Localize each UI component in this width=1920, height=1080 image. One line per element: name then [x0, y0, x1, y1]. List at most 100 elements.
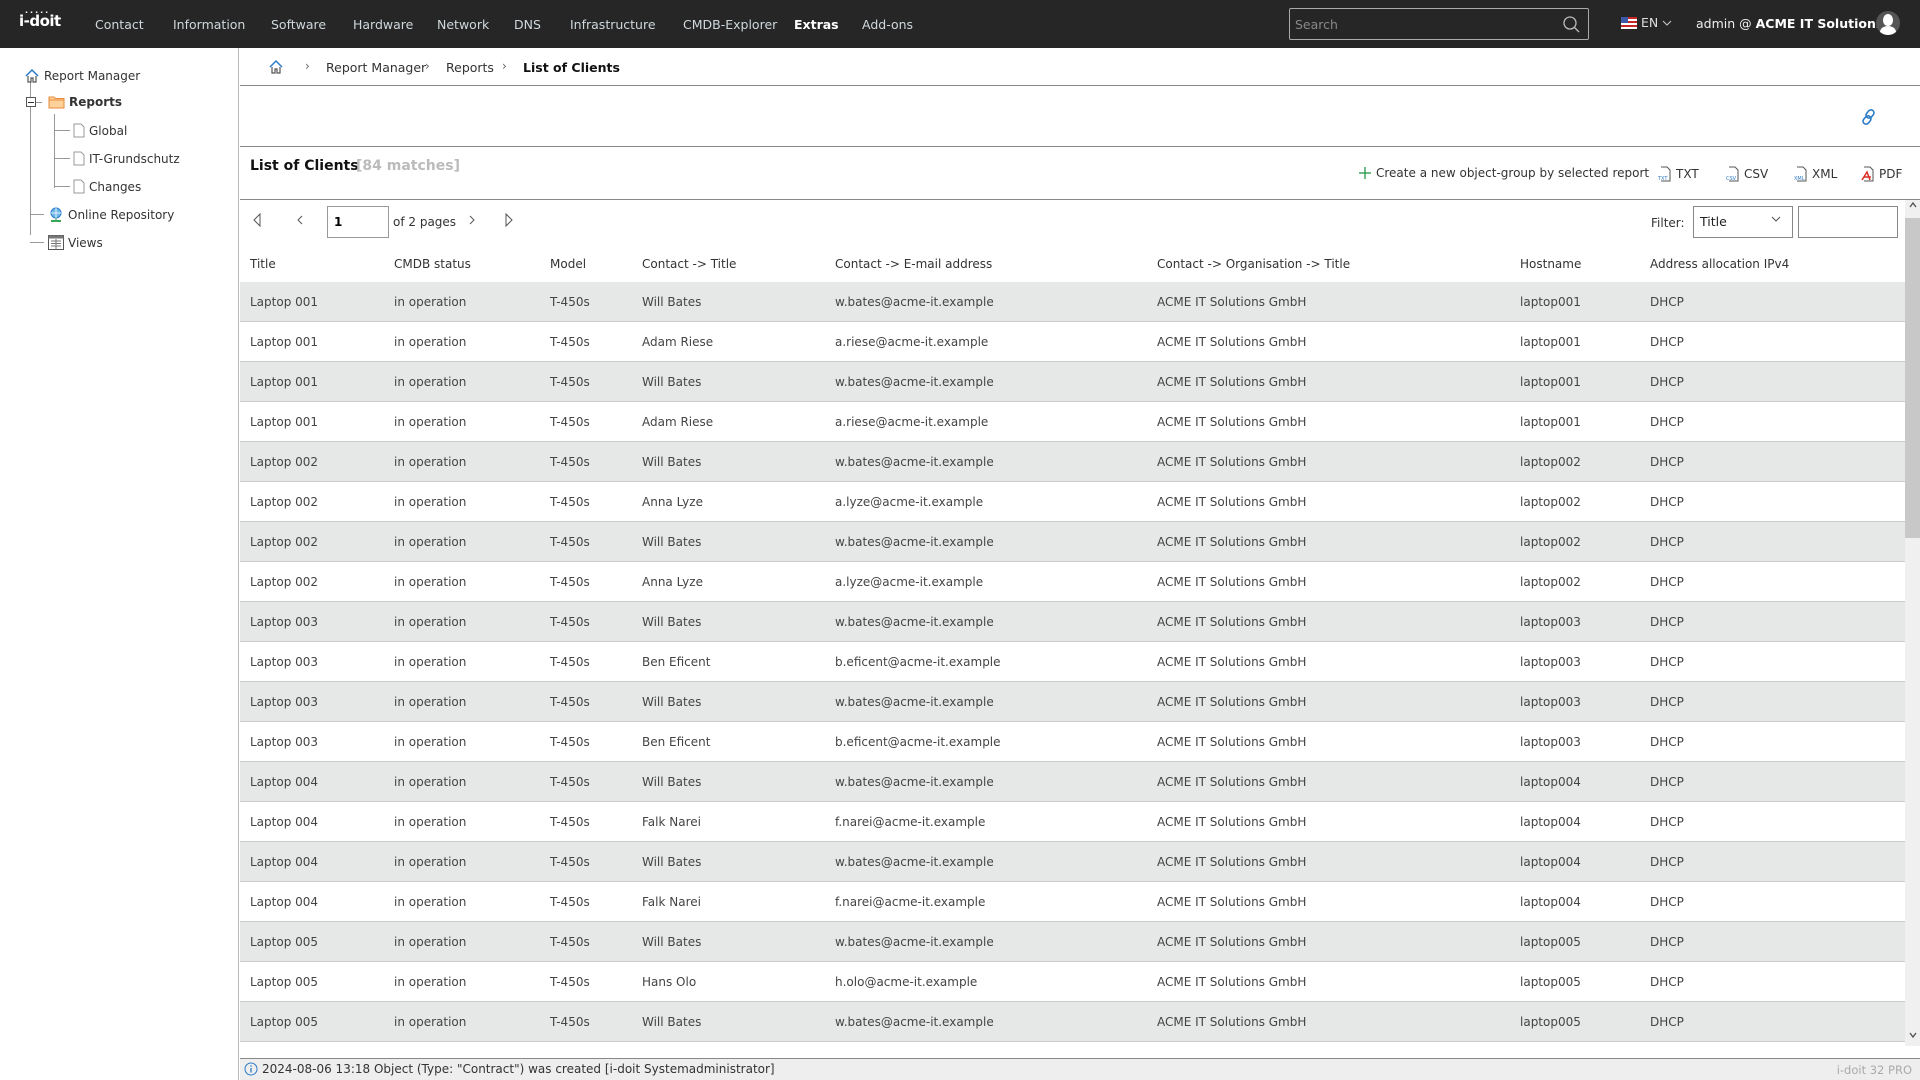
table-cell: DHCP — [1650, 1015, 1684, 1029]
table-row[interactable]: Laptop 001 in operation T-450s Will Bates w.… — [240, 362, 1905, 402]
column-header[interactable]: Hostname — [1520, 257, 1581, 271]
column-header[interactable]: Address allocation IPv4 — [1650, 257, 1789, 271]
first-page-button[interactable] — [252, 212, 262, 231]
table-row[interactable]: Laptop 003 in operation T-450s Will Bates w.… — [240, 602, 1905, 642]
tree-item-report-manager[interactable]: Report Manager — [24, 68, 140, 84]
table-header: Title CMDB status Model Contact -> Title Con… — [240, 244, 1905, 282]
table-row[interactable]: Laptop 001 in operation T-450s Adam Riese a.… — [240, 322, 1905, 362]
vertical-scrollbar[interactable] — [1905, 200, 1920, 1046]
table-cell: T-450s — [550, 855, 590, 869]
table-cell: DHCP — [1650, 495, 1684, 509]
table-cell: w.bates@acme-it.example — [835, 935, 994, 949]
nav-item-dns[interactable]: DNS — [514, 17, 541, 32]
language-switcher[interactable]: EN — [1621, 15, 1672, 30]
pdf-file-icon — [1861, 166, 1874, 182]
page-number-input[interactable] — [327, 206, 389, 238]
column-header[interactable]: Title — [250, 257, 276, 271]
table-cell: w.bates@acme-it.example — [835, 455, 994, 469]
column-header[interactable]: Contact -> Title — [642, 257, 736, 271]
table-row[interactable]: Laptop 002 in operation T-450s Anna Lyze a.l… — [240, 562, 1905, 602]
table-row[interactable]: Laptop 004 in operation T-450s Will Bates w.… — [240, 762, 1905, 802]
pagination-bar: of 2 pages Filter: Title — [240, 200, 1905, 244]
table-cell: w.bates@acme-it.example — [835, 535, 994, 549]
table-row[interactable]: Laptop 005 in operation T-450s Hans Olo h.ol… — [240, 962, 1905, 1002]
tree-item-changes[interactable]: Changes — [73, 179, 141, 194]
table-row[interactable]: Laptop 004 in operation T-450s Falk Narei f.… — [240, 882, 1905, 922]
table-row[interactable]: Laptop 003 in operation T-450s Will Bates w.… — [240, 682, 1905, 722]
table-cell: laptop002 — [1520, 455, 1581, 469]
table-cell: ACME IT Solutions GmbH — [1157, 655, 1307, 669]
table-cell: laptop005 — [1520, 1015, 1581, 1029]
table-row[interactable]: Laptop 005 in operation T-450s Will Bates w.… — [240, 1002, 1905, 1042]
table-row[interactable]: Laptop 002 in operation T-450s Will Bates w.… — [240, 522, 1905, 562]
table-row[interactable]: Laptop 002 in operation T-450s Will Bates w.… — [240, 442, 1905, 482]
table-row[interactable] — [240, 1042, 1905, 1058]
search-icon[interactable] — [1562, 15, 1580, 36]
table-cell: Laptop 002 — [250, 455, 319, 469]
scroll-down-button[interactable] — [1905, 1030, 1920, 1046]
next-page-button[interactable] — [468, 213, 476, 231]
tree-item-online-repository[interactable]: Online Repository — [48, 207, 174, 223]
tree-item-views[interactable]: Views — [48, 235, 103, 250]
table-cell: laptop003 — [1520, 695, 1581, 709]
breadcrumb-report-manager[interactable]: Report Manager — [326, 60, 426, 75]
nav-item-network[interactable]: Network — [437, 17, 489, 32]
nav-item-cmdb-explorer[interactable]: CMDB-Explorer — [683, 17, 777, 32]
table-cell: DHCP — [1650, 895, 1684, 909]
tree-item-it-grundschutz[interactable]: IT-Grundschutz — [73, 151, 180, 166]
tree-item-global[interactable]: Global — [73, 123, 127, 138]
collapse-toggle-icon[interactable] — [26, 97, 36, 107]
table-row[interactable]: Laptop 002 in operation T-450s Anna Lyze a.l… — [240, 482, 1905, 522]
table-cell: Laptop 005 — [250, 935, 319, 949]
table-cell: ACME IT Solutions GmbH — [1157, 735, 1307, 749]
table-cell: w.bates@acme-it.example — [835, 295, 994, 309]
nav-item-extras[interactable]: Extras — [794, 17, 839, 32]
scroll-thumb[interactable] — [1905, 218, 1920, 538]
nav-item-software[interactable]: Software — [271, 17, 326, 32]
table-cell: a.lyze@acme-it.example — [835, 495, 984, 509]
table-cell: Ben Eficent — [642, 655, 711, 669]
column-header[interactable]: Contact -> Organisation -> Title — [1157, 257, 1350, 271]
filter-text-input[interactable] — [1798, 206, 1898, 238]
search-input[interactable] — [1290, 9, 1550, 39]
nav-item-add-ons[interactable]: Add-ons — [862, 17, 913, 32]
create-object-group-button[interactable]: Create a new object-group by selected re… — [1358, 166, 1649, 180]
export-csv-button[interactable]: CSV CSV — [1726, 166, 1768, 182]
scroll-up-button[interactable] — [1905, 200, 1920, 216]
table-cell: ACME IT Solutions GmbH — [1157, 375, 1307, 389]
column-header[interactable]: Contact -> E-mail address — [835, 257, 992, 271]
nav-item-hardware[interactable]: Hardware — [353, 17, 413, 32]
link-icon[interactable] — [1860, 108, 1878, 129]
report-title: List of Clients — [250, 158, 359, 174]
user-menu[interactable]: admin @ ACME IT Solutions — [1696, 16, 1883, 31]
table-row[interactable]: Laptop 003 in operation T-450s Ben Eficent b… — [240, 642, 1905, 682]
nav-item-infrastructure[interactable]: Infrastructure — [570, 17, 656, 32]
nav-item-information[interactable]: Information — [173, 17, 245, 32]
export-txt-button[interactable]: TXT TXT — [1658, 166, 1699, 182]
home-icon[interactable] — [268, 59, 284, 78]
last-page-button[interactable] — [504, 212, 514, 231]
table-row[interactable]: Laptop 001 in operation T-450s Will Bates w.… — [240, 282, 1905, 322]
avatar-icon[interactable] — [1876, 11, 1900, 35]
filter-field-select[interactable]: Title — [1693, 206, 1793, 238]
table-row[interactable]: Laptop 004 in operation T-450s Falk Narei f.… — [240, 802, 1905, 842]
i-doit-logo[interactable]: ····· i-doit — [19, 8, 61, 30]
table-row[interactable]: Laptop 003 in operation T-450s Ben Eficent b… — [240, 722, 1905, 762]
column-header[interactable]: Model — [550, 257, 586, 271]
table-row[interactable]: Laptop 001 in operation T-450s Adam Riese a.… — [240, 402, 1905, 442]
search-box[interactable] — [1289, 8, 1589, 40]
match-count: [84 matches] — [356, 158, 460, 174]
export-pdf-button[interactable]: PDF — [1861, 166, 1902, 182]
status-message[interactable]: 2024-08-06 13:18 Object (Type: "Contract… — [244, 1062, 775, 1076]
breadcrumb-reports[interactable]: Reports — [446, 60, 494, 75]
table-cell: w.bates@acme-it.example — [835, 615, 994, 629]
column-header[interactable]: CMDB status — [394, 257, 471, 271]
table-row[interactable]: Laptop 005 in operation T-450s Will Bates w.… — [240, 922, 1905, 962]
table-cell: DHCP — [1650, 375, 1684, 389]
export-xml-button[interactable]: XML XML — [1794, 166, 1837, 182]
previous-page-button[interactable] — [296, 213, 304, 231]
table-cell: Laptop 003 — [250, 655, 319, 669]
tree-item-reports[interactable]: Reports — [48, 95, 122, 109]
table-row[interactable]: Laptop 004 in operation T-450s Will Bates w.… — [240, 842, 1905, 882]
nav-item-contact[interactable]: Contact — [95, 17, 144, 32]
